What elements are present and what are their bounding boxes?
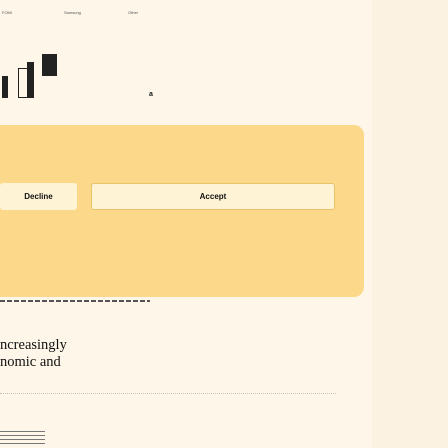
legend-item: Other — [128, 10, 138, 15]
article-text: ncreasingly nomic and — [0, 337, 360, 371]
article-line: nomic and — [0, 354, 61, 370]
legend-label: FOMI — [2, 10, 12, 15]
legend-item: Samsung — [64, 10, 81, 15]
footer-line — [0, 439, 45, 440]
chart-legend: FOMI Samsung Other — [0, 10, 200, 18]
article-line: ncreasingly — [0, 337, 67, 353]
chart-tick-label: a — [149, 91, 153, 98]
legend-label: Samsung — [64, 10, 81, 15]
dashed-divider — [0, 300, 150, 302]
chart-area — [0, 18, 200, 98]
footer-lines — [0, 431, 45, 448]
footer-line — [0, 431, 45, 432]
chart-bar — [27, 62, 34, 98]
dotted-divider — [0, 393, 336, 394]
decline-button[interactable]: Decline — [0, 183, 77, 210]
consent-banner: Decline Accept — [0, 125, 364, 297]
chart-bar — [42, 54, 57, 76]
chart-bar — [2, 76, 8, 98]
legend-label: Other — [128, 10, 139, 15]
footer-line — [0, 435, 45, 436]
legend-item: FOMI — [2, 10, 12, 15]
footer-line — [0, 443, 45, 444]
right-gutter — [372, 0, 448, 448]
accept-button[interactable]: Accept — [91, 183, 335, 210]
